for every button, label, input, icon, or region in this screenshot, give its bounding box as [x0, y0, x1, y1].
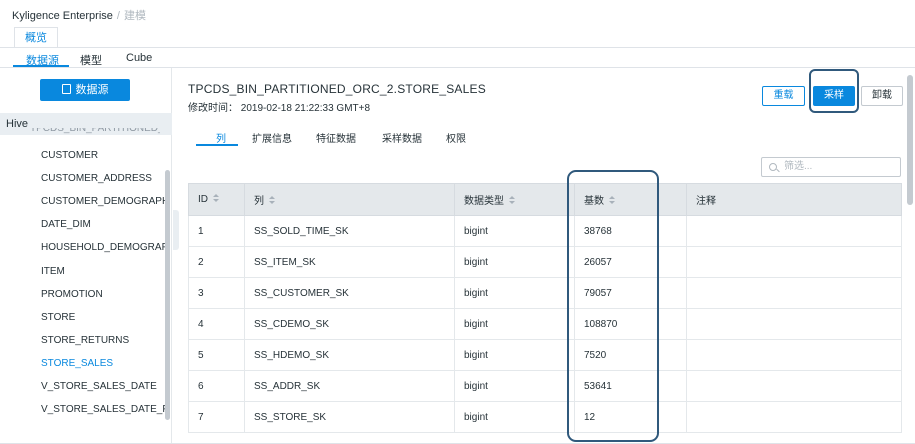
cell-type: bigint: [454, 308, 575, 340]
cell-column: SS_HDEMO_SK: [244, 339, 455, 371]
sidebar-item-store-returns[interactable]: STORE_RETURNS: [41, 335, 166, 346]
sidebar-item-item[interactable]: ITEM: [41, 266, 166, 277]
table-row: 1 SS_SOLD_TIME_SK bigint 38768: [188, 215, 902, 247]
header-comment: 注释: [686, 183, 902, 216]
sidebar-collapse-handle[interactable]: [173, 210, 179, 250]
cell-comment: [686, 401, 902, 433]
cell-comment: [686, 277, 902, 309]
table-row: 4 SS_CDEMO_SK bigint 108870: [188, 308, 902, 340]
table-row: 3 SS_CUSTOMER_SK bigint 79057: [188, 277, 902, 309]
sidebar-item-store[interactable]: STORE: [41, 312, 166, 323]
subnav-cube[interactable]: Cube: [126, 52, 152, 64]
sidebar-item-customer-demographics[interactable]: CUSTOMER_DEMOGRAPH: [41, 196, 166, 207]
tab-extended-info[interactable]: 扩展信息: [252, 130, 292, 145]
import-icon: [61, 84, 71, 94]
search-icon: [769, 163, 777, 171]
cell-id: 7: [188, 401, 245, 433]
cell-comment: [686, 308, 902, 340]
cell-id: 6: [188, 370, 245, 402]
cell-type: bigint: [454, 215, 575, 247]
sidebar-item-date-dim[interactable]: DATE_DIM: [41, 219, 166, 230]
modified-time: 修改时间： 2019-02-18 21:22:33 GMT+8: [188, 103, 371, 114]
table-row: 2 SS_ITEM_SK bigint 26057: [188, 246, 902, 278]
datasource-button-label: 数据源: [75, 84, 109, 96]
reload-button[interactable]: 重载: [762, 86, 805, 106]
sidebar-item-customer-address[interactable]: CUSTOMER_ADDRESS: [41, 173, 166, 184]
page-scrollbar[interactable]: [907, 75, 913, 205]
sidebar-item-customer[interactable]: CUSTOMER: [41, 150, 166, 161]
columns-table: ID 列 数据类型 基数 注释 1 SS_SOLD_TIME_SK bigint 38…: [188, 183, 902, 433]
cell-column: SS_CUSTOMER_SK: [244, 277, 455, 309]
header-data-type[interactable]: 数据类型: [454, 183, 575, 216]
cell-id: 1: [188, 215, 245, 247]
table-row: 6 SS_ADDR_SK bigint 53641: [188, 370, 902, 402]
filter-input[interactable]: 筛选...: [761, 157, 901, 177]
cell-column: SS_ITEM_SK: [244, 246, 455, 278]
cell-id: 4: [188, 308, 245, 340]
tab-overview[interactable]: 概览: [14, 27, 58, 48]
sidebar-scrollbar[interactable]: [165, 170, 170, 420]
sidebar-item-v-store-sales-date-p[interactable]: V_STORE_SALES_DATE_P/: [41, 404, 166, 415]
breadcrumb-product[interactable]: Kyligence Enterprise: [12, 10, 113, 22]
sidebar-item-promotion[interactable]: PROMOTION: [41, 289, 166, 300]
cell-column: SS_CDEMO_SK: [244, 308, 455, 340]
cell-type: bigint: [454, 277, 575, 309]
highlight-box-cardinality: [567, 170, 659, 442]
tab-sample-data[interactable]: 采样数据: [382, 130, 422, 145]
cell-column: SS_ADDR_SK: [244, 370, 455, 402]
breadcrumb-separator: /: [116, 10, 120, 22]
cell-id: 2: [188, 246, 245, 278]
sidebar-item-household-demographics[interactable]: HOUSEHOLD_DEMOGRAP: [41, 242, 166, 253]
cell-comment: [686, 246, 902, 278]
cell-type: bigint: [454, 401, 575, 433]
cell-id: 3: [188, 277, 245, 309]
table-row: 5 SS_HDEMO_SK bigint 7520: [188, 339, 902, 371]
cell-comment: [686, 215, 902, 247]
table-header-row: ID 列 数据类型 基数 注释: [188, 183, 902, 216]
subnav-model[interactable]: 模型: [80, 52, 102, 68]
breadcrumb: Kyligence Enterprise / 建模: [12, 7, 146, 23]
table-row: 7 SS_STORE_SK bigint 12: [188, 401, 902, 433]
cell-column: SS_STORE_SK: [244, 401, 455, 433]
tab-feature-data[interactable]: 特征数据: [316, 130, 356, 145]
cell-id: 5: [188, 339, 245, 371]
cell-type: bigint: [454, 370, 575, 402]
detail-tabs: 列 扩展信息 特征数据 采样数据 权限: [196, 130, 906, 148]
sidebar: 数据源 Hive TPCDS_BIN_PARTITIONED_ORC_2 CUS…: [0, 68, 172, 444]
tab-permissions[interactable]: 权限: [446, 130, 466, 145]
cell-comment: [686, 339, 902, 371]
sidebar-item-store-sales[interactable]: STORE_SALES: [41, 358, 166, 369]
unload-button[interactable]: 卸载: [861, 86, 903, 106]
sort-icon[interactable]: [213, 194, 219, 203]
subnav: 数据源 模型 Cube: [0, 50, 915, 68]
divider: [0, 47, 915, 48]
header-column[interactable]: 列: [244, 183, 455, 216]
cell-comment: [686, 370, 902, 402]
datasource-button[interactable]: 数据源: [40, 79, 130, 101]
tab-active-indicator: [196, 144, 238, 146]
cell-type: bigint: [454, 339, 575, 371]
cell-column: SS_SOLD_TIME_SK: [244, 215, 455, 247]
header-id[interactable]: ID: [188, 183, 245, 216]
breadcrumb-current: 建模: [123, 10, 146, 22]
highlight-box-sample: [809, 69, 859, 113]
sort-icon[interactable]: [509, 196, 515, 205]
tab-columns[interactable]: 列: [216, 130, 226, 145]
sort-icon[interactable]: [269, 196, 275, 205]
sidebar-item-v-store-sales-date[interactable]: V_STORE_SALES_DATE: [41, 381, 166, 392]
page-title: TPCDS_BIN_PARTITIONED_ORC_2.STORE_SALES: [188, 82, 486, 96]
database-node[interactable]: TPCDS_BIN_PARTITIONED_ORC_2: [30, 128, 160, 135]
cell-type: bigint: [454, 246, 575, 278]
